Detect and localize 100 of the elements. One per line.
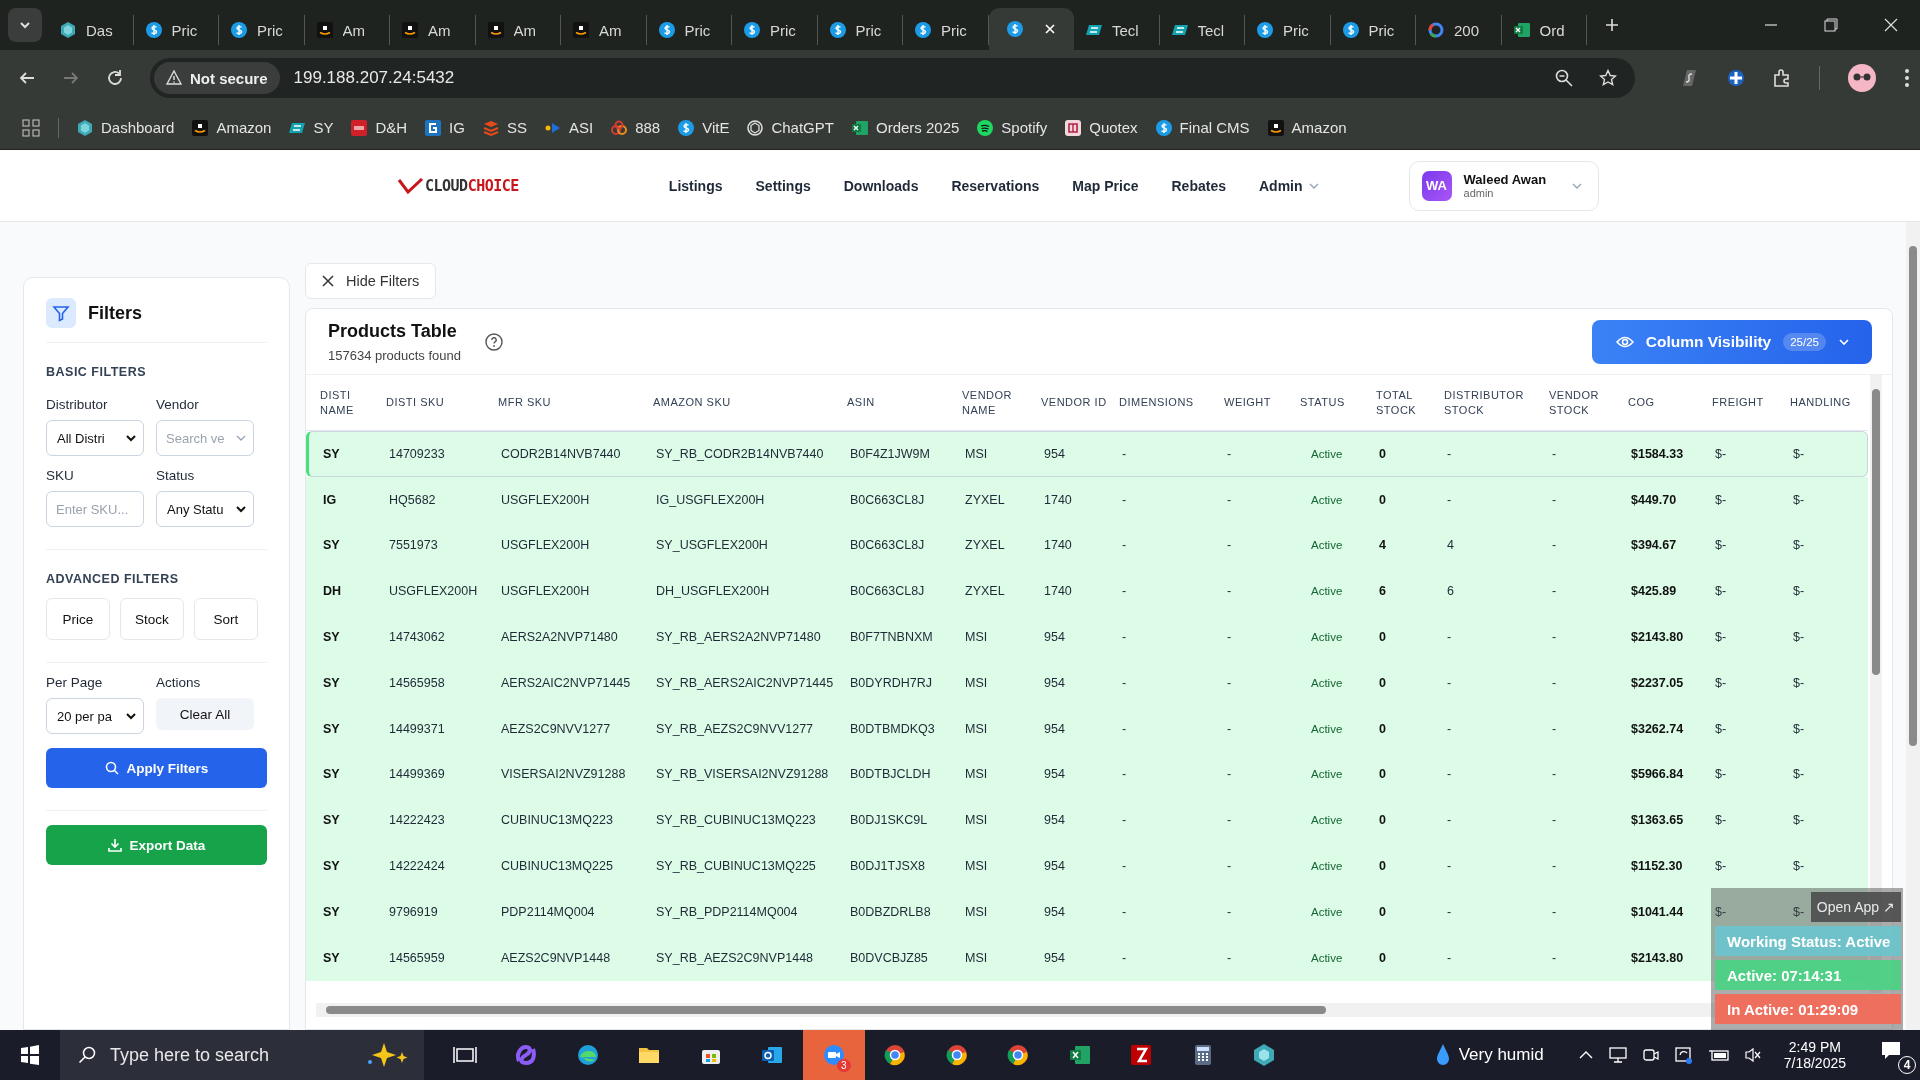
- restore-icon[interactable]: [1824, 18, 1838, 32]
- bookmark[interactable]: Spotify: [977, 119, 1048, 136]
- start-icon[interactable]: [20, 1045, 40, 1065]
- sku-input-field[interactable]: Enter SKU...: [46, 491, 144, 527]
- table-row[interactable]: SY 14709233 CODR2B14NVB7440 SY_RB_CODR2B14NVB7440 B0F4Z1JW9M MSI 954 - - Active 0 - - $1584.33 $- $-: [306, 431, 1868, 477]
- table-row[interactable]: SY 14743062 AERS2A2NVP71480 SY_RB_AERS2A2NVP71480 B0F7TNBNXM MSI 954 - - Active 0 - - $2143.80 $- $-: [306, 614, 1868, 660]
- reload-icon[interactable]: [106, 69, 124, 87]
- column-header[interactable]: ASIN: [847, 395, 962, 410]
- column-header[interactable]: HANDLING: [1790, 395, 1868, 410]
- menu-icon[interactable]: [1904, 68, 1910, 88]
- browser-tab[interactable]: Pric: [133, 15, 219, 45]
- column-header[interactable]: STATUS: [1300, 395, 1376, 410]
- column-header[interactable]: DISTI NAME: [320, 387, 386, 418]
- table-row[interactable]: SY 14222423 CUBINUC13MQ223 SY_RB_CUBINUC13MQ223 B0DJ1SKC9L MSI 954 - - Active 0 - - $1363.65 $- $-: [306, 797, 1868, 844]
- nav-link[interactable]: Admin: [1258, 177, 1319, 194]
- bookmark[interactable]: ASI: [544, 119, 594, 136]
- help-icon[interactable]: [485, 332, 503, 351]
- browser-tab[interactable]: Am: [561, 15, 647, 45]
- monitor-icon[interactable]: [1607, 1046, 1628, 1064]
- clock[interactable]: 2:49 PM 7/18/2025: [1783, 1039, 1846, 1071]
- zoom-out-icon[interactable]: [1555, 69, 1573, 87]
- column-header[interactable]: AMAZON SKU: [653, 395, 847, 410]
- swirl-icon[interactable]: [514, 1043, 539, 1067]
- bookmark[interactable]: D&H: [351, 119, 408, 136]
- bookmark[interactable]: Quotex: [1065, 119, 1138, 136]
- column-header[interactable]: VENDOR STOCK: [1549, 387, 1628, 418]
- bookmark[interactable]: SY: [289, 119, 334, 136]
- table-row[interactable]: SY 14499371 AEZS2C9NVV1277 SY_RB_AEZS2C9NVV1277 B0DTBMDKQ3 MSI 954 - - Active 0 - - $3262.74 $- $-: [306, 705, 1868, 752]
- extensions-icon[interactable]: [1773, 69, 1791, 87]
- status-select[interactable]: Any Statu: [156, 491, 254, 527]
- bookmark[interactable]: Amazon: [192, 119, 272, 136]
- bookmark[interactable]: SS: [482, 119, 527, 136]
- column-header[interactable]: TOTAL STOCK: [1376, 387, 1444, 418]
- page-scrollbar[interactable]: [1906, 222, 1920, 1030]
- bookmark[interactable]: IG: [425, 119, 465, 136]
- column-header[interactable]: DISTRIBUTOR STOCK: [1444, 387, 1549, 418]
- hide-filters-button[interactable]: Hide Filters: [305, 263, 437, 299]
- apps-grid-icon[interactable]: [22, 118, 40, 137]
- video-circle-icon[interactable]: [821, 1043, 846, 1067]
- browser-tab[interactable]: Das: [48, 15, 134, 45]
- table-row[interactable]: IG HQ5682 USGFLEX200H IG_USGFLEX200H B0C663CL8J ZYXEL 1740 - - Active 0 - - $449.70 $- $-: [306, 476, 1868, 523]
- table-row[interactable]: SY 14499369 VISERSAI2NVZ91288 SY_RB_VISERSAI2NVZ91288 B0DTBJCLDH MSI 954 - - Active 0 - - $5966.84 $- $-: [306, 751, 1868, 798]
- bookmark[interactable]: VitE: [678, 119, 730, 136]
- column-header[interactable]: COG: [1628, 395, 1712, 410]
- table-row[interactable]: SY 7551973 USGFLEX200H SY_USGFLEX200H B0C663CL8J ZYXEL 1740 - - Active 4 4 - $394.67 $- $-: [306, 522, 1868, 569]
- column-header[interactable]: WEIGHT: [1224, 395, 1300, 410]
- taskbar-search-field[interactable]: Type here to search: [60, 1030, 424, 1080]
- zigzag-tile-icon[interactable]: [1129, 1043, 1154, 1067]
- nav-link[interactable]: Map Price: [1072, 177, 1139, 194]
- browser-tab[interactable]: Tecl: [1074, 15, 1160, 45]
- notification-icon[interactable]: [1880, 1040, 1902, 1060]
- column-header[interactable]: FREIGHT: [1712, 395, 1790, 410]
- apply-filters-button[interactable]: Apply Filters: [46, 748, 267, 788]
- per-page-select[interactable]: 20 per pa: [46, 698, 144, 734]
- distributor-select[interactable]: All Distri: [46, 420, 144, 456]
- wave-circle-icon[interactable]: [575, 1043, 600, 1067]
- table-row[interactable]: SY 14222424 CUBINUC13MQ225 SY_RB_CUBINUC13MQ225 B0DJ1TJSX8 MSI 954 - - Active 0 - - $1152.30 $- $-: [306, 843, 1868, 889]
- profile-avatar-icon[interactable]: [1848, 64, 1876, 92]
- bookmark[interactable]: Final CMS: [1155, 119, 1250, 136]
- browser-tab[interactable]: Pric: [1245, 15, 1331, 45]
- browser-tab[interactable]: Pric: [903, 15, 989, 45]
- new-tab-icon[interactable]: [1605, 18, 1619, 32]
- browser-tab[interactable]: Pric: [732, 15, 818, 45]
- slanted-tile-icon[interactable]: [1681, 69, 1699, 87]
- nav-link[interactable]: Settings: [755, 177, 811, 194]
- nav-link[interactable]: Reservations: [951, 177, 1040, 194]
- tab-list-button[interactable]: [8, 8, 42, 42]
- column-header[interactable]: DISTI SKU: [386, 395, 498, 410]
- cross-circle-icon[interactable]: [1727, 69, 1745, 87]
- bookmark[interactable]: ChatGPT: [747, 119, 834, 136]
- column-header[interactable]: VENDOR ID: [1041, 395, 1119, 410]
- hexagon-icon[interactable]: [1252, 1043, 1277, 1067]
- camera-icon[interactable]: [1641, 1046, 1660, 1064]
- filter-button[interactable]: Sort: [194, 598, 258, 640]
- bookmark[interactable]: Amazon: [1267, 119, 1347, 136]
- browser-tab[interactable]: Tecl: [1159, 15, 1245, 45]
- open-app-button[interactable]: Open App ↗: [1810, 892, 1901, 922]
- spreadsheet-icon[interactable]: [1067, 1043, 1092, 1067]
- browser-tab[interactable]: Pric: [646, 15, 732, 45]
- browser-tab[interactable]: 200: [1416, 15, 1502, 45]
- clear-all-button[interactable]: Clear All: [156, 698, 254, 730]
- vendor-search-field[interactable]: Search ve: [156, 420, 254, 456]
- column-header[interactable]: DIMENSIONS: [1119, 395, 1224, 410]
- browser-tab[interactable]: Am: [475, 15, 561, 45]
- browser-icon[interactable]: [944, 1043, 969, 1067]
- browser-tab[interactable]: Pric: [219, 15, 305, 45]
- muted-speaker-icon[interactable]: [1743, 1047, 1762, 1063]
- table-row[interactable]: DH USGFLEX200H USGFLEX200H DH_USGFLEX200H B0C663CL8J ZYXEL 1740 - - Active 6 6 - $425.89 $- $-: [306, 568, 1868, 615]
- nav-link[interactable]: Downloads: [843, 177, 919, 194]
- nav-link[interactable]: Listings: [668, 177, 723, 194]
- address-bar[interactable]: Not secure 199.188.207.24:5432: [150, 58, 1635, 98]
- browser-tab[interactable]: Pric: [1330, 15, 1416, 45]
- browser-tab[interactable]: Ord: [1501, 15, 1587, 45]
- filter-button[interactable]: Price: [46, 598, 110, 640]
- bookmark[interactable]: 888: [611, 119, 661, 136]
- user-menu[interactable]: WA Waleed Awan admin: [1408, 160, 1599, 211]
- bookmark[interactable]: Orders 2025: [851, 119, 960, 136]
- bookmark-star-icon[interactable]: [1599, 69, 1617, 87]
- browser-icon[interactable]: [883, 1043, 908, 1067]
- security-chip[interactable]: Not secure: [154, 62, 280, 94]
